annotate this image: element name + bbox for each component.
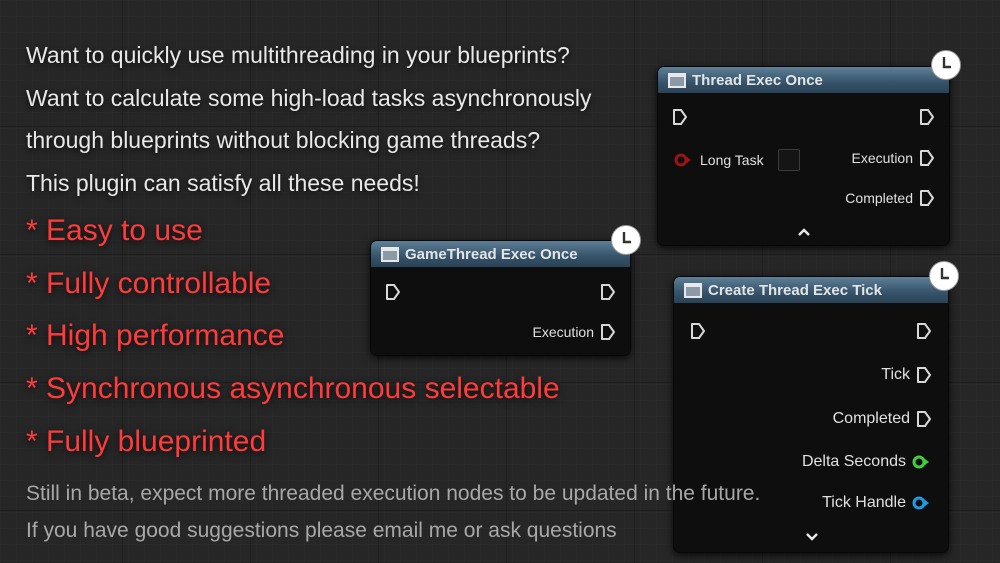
pin-label: Execution bbox=[532, 324, 594, 340]
exec-out-pin[interactable] bbox=[916, 322, 932, 340]
exec-pin-icon bbox=[920, 190, 934, 206]
intro-line: Want to quickly use multithreading in yo… bbox=[26, 42, 570, 68]
long-task-pin[interactable]: Long Task bbox=[674, 149, 800, 171]
feature-item: * Easy to use bbox=[26, 214, 203, 247]
bool-pin-icon bbox=[674, 153, 691, 167]
exec-pin-icon bbox=[386, 284, 400, 300]
pin-label: Tick bbox=[881, 366, 910, 383]
node-title: Thread Exec Once bbox=[692, 71, 823, 89]
pin-label: Execution bbox=[851, 150, 913, 166]
execution-out-pin[interactable]: Execution bbox=[852, 149, 935, 167]
struct-pin-icon bbox=[912, 496, 929, 510]
exec-pin-icon bbox=[920, 109, 934, 125]
execution-out-pin[interactable]: Execution bbox=[533, 323, 616, 341]
intro-line: Want to calculate some high-load tasks a… bbox=[26, 85, 592, 111]
exec-pin-icon bbox=[673, 109, 687, 125]
float-pin-icon bbox=[912, 455, 929, 469]
clock-icon bbox=[931, 50, 961, 80]
chevron-down-icon[interactable] bbox=[805, 532, 819, 542]
function-icon bbox=[381, 246, 399, 262]
pin-label: Completed bbox=[845, 190, 913, 206]
feature-item: * Fully blueprinted bbox=[26, 425, 267, 458]
completed-out-pin[interactable]: Completed bbox=[845, 189, 935, 207]
tick-out-pin[interactable]: Tick bbox=[881, 366, 932, 384]
node-title: GameThread Exec Once bbox=[405, 245, 578, 263]
exec-in-pin[interactable] bbox=[672, 108, 688, 126]
node-thread-exec-once[interactable]: Thread Exec Once Long Task Execution Com… bbox=[657, 66, 950, 246]
function-icon bbox=[668, 72, 686, 88]
node-gamethread-exec-once[interactable]: GameThread Exec Once Execution bbox=[370, 240, 631, 356]
long-task-checkbox[interactable] bbox=[777, 149, 800, 171]
exec-in-pin[interactable] bbox=[385, 283, 401, 301]
clock-icon bbox=[929, 261, 959, 291]
exec-pin-icon bbox=[691, 323, 705, 339]
node-header[interactable]: GameThread Exec Once bbox=[371, 241, 630, 267]
node-title: Create Thread Exec Tick bbox=[708, 281, 882, 299]
exec-out-pin[interactable] bbox=[600, 283, 616, 301]
exec-in-pin[interactable] bbox=[690, 322, 706, 340]
footer-note: Still in beta, expect more threaded exec… bbox=[26, 482, 761, 505]
chevron-up-icon[interactable] bbox=[797, 227, 811, 237]
delta-seconds-out-pin[interactable]: Delta Seconds bbox=[802, 453, 932, 471]
footer-note: If you have good suggestions please emai… bbox=[26, 519, 617, 542]
intro-line: through blueprints without blocking game… bbox=[26, 127, 540, 153]
exec-pin-icon bbox=[917, 367, 931, 383]
exec-pin-icon bbox=[917, 323, 931, 339]
exec-pin-icon bbox=[917, 411, 931, 427]
pin-label: Delta Seconds bbox=[801, 453, 906, 470]
tick-handle-out-pin[interactable]: Tick Handle bbox=[822, 494, 932, 512]
exec-pin-icon bbox=[601, 324, 615, 340]
feature-item: * Synchronous asynchronous selectable bbox=[26, 372, 560, 405]
node-header[interactable]: Thread Exec Once bbox=[658, 67, 949, 93]
pin-label: Long Task bbox=[700, 152, 764, 168]
exec-pin-icon bbox=[920, 150, 934, 166]
pin-label: Completed bbox=[832, 410, 910, 427]
intro-line: This plugin can satisfy all these needs! bbox=[26, 170, 420, 196]
function-icon bbox=[684, 282, 702, 298]
exec-out-pin[interactable] bbox=[919, 108, 935, 126]
completed-out-pin[interactable]: Completed bbox=[833, 410, 932, 428]
feature-item: * Fully controllable bbox=[26, 267, 272, 300]
pin-label: Tick Handle bbox=[822, 494, 906, 511]
node-create-thread-exec-tick[interactable]: Create Thread Exec Tick Tick Completed D… bbox=[673, 276, 949, 553]
clock-icon bbox=[611, 225, 641, 255]
feature-item: * High performance bbox=[26, 319, 285, 352]
node-header[interactable]: Create Thread Exec Tick bbox=[674, 277, 948, 303]
exec-pin-icon bbox=[601, 284, 615, 300]
